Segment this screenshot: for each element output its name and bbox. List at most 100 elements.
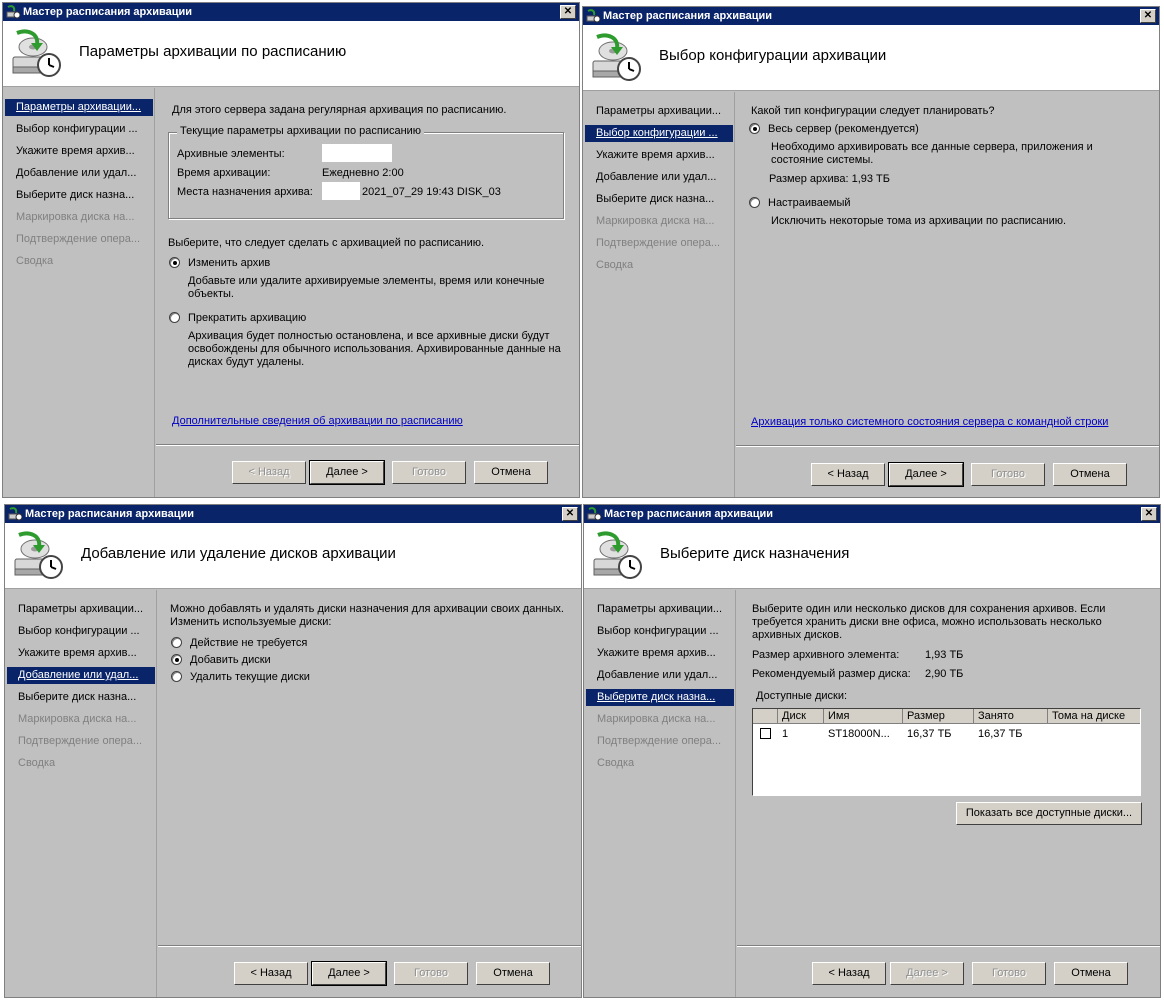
column-header-volumes[interactable]: Тома на диске bbox=[1048, 709, 1140, 724]
destination-value: 2021_07_29 19:43 DISK_03 bbox=[362, 186, 501, 198]
column-header-name[interactable]: Имя bbox=[824, 709, 903, 724]
nav-step-time[interactable]: Укажите время архив... bbox=[5, 143, 153, 160]
config-question: Какой тип конфигурации следует планирова… bbox=[751, 105, 995, 117]
next-button[interactable]: Далее > bbox=[888, 462, 964, 487]
radio-full-server-label[interactable]: Весь сервер (рекомендуется) bbox=[768, 123, 919, 135]
back-button[interactable]: < Назад bbox=[234, 962, 308, 985]
next-button[interactable]: Далее > bbox=[311, 961, 387, 986]
finish-button[interactable]: Готово bbox=[394, 962, 468, 985]
wizard-header: Выберите диск назначения bbox=[584, 523, 1160, 589]
wizard-header: Добавление или удаление дисков архивации bbox=[5, 523, 581, 589]
close-icon[interactable]: ✕ bbox=[560, 5, 576, 19]
intro-text: Можно добавлять и удалять диски назначен… bbox=[170, 603, 564, 628]
nav-step-time[interactable]: Укажите время архив... bbox=[585, 147, 733, 164]
radio-custom[interactable] bbox=[749, 197, 760, 208]
radio-modify-label[interactable]: Изменить архив bbox=[188, 257, 270, 269]
wizard-steps-nav: Параметры архивации... Выбор конфигураци… bbox=[3, 88, 155, 497]
backup-app-icon bbox=[586, 9, 600, 23]
available-disks-table: Диск Имя Размер Занято Тома на диске 1 S… bbox=[752, 708, 1141, 796]
nav-step-configuration[interactable]: Выбор конфигурации ... bbox=[586, 623, 734, 640]
nav-step-add-remove[interactable]: Добавление или удал... bbox=[585, 169, 733, 186]
items-label: Архивные элементы: bbox=[177, 148, 285, 160]
radio-full-server[interactable] bbox=[749, 123, 760, 134]
window-title: Мастер расписания архивации bbox=[604, 508, 774, 520]
nav-step-select-disk[interactable]: Выберите диск назна... bbox=[5, 187, 153, 204]
current-settings-group: Текущие параметры архивации по расписани… bbox=[168, 125, 564, 219]
nav-step-backup-settings[interactable]: Параметры архивации... bbox=[5, 99, 153, 116]
cancel-button[interactable]: Отмена bbox=[1054, 962, 1128, 985]
close-icon[interactable]: ✕ bbox=[562, 507, 578, 521]
radio-no-action-label[interactable]: Действие не требуется bbox=[190, 637, 307, 649]
next-button[interactable]: Далее > bbox=[309, 460, 385, 485]
nav-step-select-disk[interactable]: Выберите диск назна... bbox=[585, 191, 733, 208]
show-all-disks-button[interactable]: Показать все доступные диски... bbox=[956, 802, 1142, 825]
redacted-items-value bbox=[322, 144, 392, 162]
redacted-destination bbox=[322, 182, 360, 200]
nav-step-time[interactable]: Укажите время архив... bbox=[586, 645, 734, 662]
nav-step-label-disk: Маркировка диска на... bbox=[18, 713, 137, 725]
back-button[interactable]: < Назад bbox=[812, 962, 886, 985]
table-row[interactable]: 1 ST18000N... 16,37 ТБ 16,37 ТБ bbox=[753, 726, 1140, 742]
column-header-used[interactable]: Занято bbox=[974, 709, 1048, 724]
column-header-size[interactable]: Размер bbox=[903, 709, 974, 724]
backup-app-icon bbox=[8, 507, 22, 521]
nav-step-time[interactable]: Укажите время архив... bbox=[7, 645, 155, 662]
window-title: Мастер расписания архивации bbox=[603, 10, 773, 22]
cell-disk: 1 bbox=[782, 728, 789, 740]
nav-step-backup-settings[interactable]: Параметры архивации... bbox=[586, 601, 734, 618]
radio-custom-label[interactable]: Настраиваемый bbox=[768, 197, 851, 209]
wizard-content: Можно добавлять и удалять диски назначен… bbox=[158, 590, 581, 997]
time-value: Ежедневно 2:00 bbox=[322, 167, 404, 179]
destination-label: Места назначения архива: bbox=[177, 186, 313, 198]
page-title: Параметры архивации по расписанию bbox=[79, 43, 347, 60]
close-icon[interactable]: ✕ bbox=[1140, 9, 1156, 23]
nav-step-select-disk[interactable]: Выберите диск назна... bbox=[586, 689, 734, 706]
disk-checkbox[interactable] bbox=[760, 728, 771, 739]
nav-step-backup-settings[interactable]: Параметры архивации... bbox=[585, 103, 733, 120]
nav-step-configuration[interactable]: Выбор конфигурации ... bbox=[5, 121, 153, 138]
nav-step-configuration[interactable]: Выбор конфигурации ... bbox=[585, 125, 733, 142]
radio-modify-backup[interactable] bbox=[169, 257, 180, 268]
system-state-link[interactable]: Архивация только системного состояния се… bbox=[751, 416, 1108, 428]
finish-button[interactable]: Готово bbox=[971, 463, 1045, 486]
radio-no-action[interactable] bbox=[171, 637, 182, 648]
next-button[interactable]: Далее > bbox=[890, 962, 964, 985]
radio-stop-backup[interactable] bbox=[169, 312, 180, 323]
cell-size: 16,37 ТБ bbox=[907, 728, 952, 740]
modify-description: Добавьте или удалите архивируемые элемен… bbox=[188, 275, 545, 300]
finish-button[interactable]: Готово bbox=[972, 962, 1046, 985]
cancel-button[interactable]: Отмена bbox=[474, 461, 548, 484]
radio-remove-disks[interactable] bbox=[171, 671, 182, 682]
radio-add-disks-label[interactable]: Добавить диски bbox=[190, 654, 271, 666]
finish-button[interactable]: Готово bbox=[392, 461, 466, 484]
nav-step-select-disk[interactable]: Выберите диск назна... bbox=[7, 689, 155, 706]
nav-step-confirmation: Подтверждение опера... bbox=[18, 735, 143, 747]
nav-step-backup-settings[interactable]: Параметры архивации... bbox=[7, 601, 155, 618]
backup-schedule-icon bbox=[590, 529, 644, 583]
back-button[interactable]: < Назад bbox=[811, 463, 885, 486]
back-button[interactable]: < Назад bbox=[232, 461, 306, 484]
more-info-link[interactable]: Дополнительные сведения об архивации по … bbox=[172, 415, 463, 427]
radio-add-disks[interactable] bbox=[171, 654, 182, 665]
column-header-check[interactable] bbox=[753, 709, 778, 724]
column-header-disk[interactable]: Диск bbox=[778, 709, 824, 724]
cell-name: ST18000N... bbox=[828, 728, 890, 740]
wizard-content: Для этого сервера задана регулярная архи… bbox=[156, 88, 579, 497]
radio-remove-disks-label[interactable]: Удалить текущие диски bbox=[190, 671, 310, 683]
nav-step-add-remove[interactable]: Добавление или удал... bbox=[586, 667, 734, 684]
wizard-steps-nav: Параметры архивации... Выбор конфигураци… bbox=[584, 590, 736, 997]
nav-step-configuration[interactable]: Выбор конфигурации ... bbox=[7, 623, 155, 640]
nav-step-add-remove[interactable]: Добавление или удал... bbox=[7, 667, 155, 684]
nav-step-add-remove[interactable]: Добавление или удал... bbox=[5, 165, 153, 182]
nav-step-label-disk: Маркировка диска на... bbox=[597, 713, 716, 725]
close-icon[interactable]: ✕ bbox=[1141, 507, 1157, 521]
title-bar: Мастер расписания архивации ✕ bbox=[583, 7, 1159, 25]
wizard-window-add-remove-disks: Мастер расписания архивации ✕ Добавление… bbox=[4, 504, 582, 998]
backup-app-icon bbox=[6, 5, 20, 19]
custom-description: Исключить некоторые тома из архивации по… bbox=[771, 215, 1067, 227]
cancel-button[interactable]: Отмена bbox=[476, 962, 550, 985]
full-server-description: Необходимо архивировать все данные серве… bbox=[771, 141, 1093, 166]
cancel-button[interactable]: Отмена bbox=[1053, 463, 1127, 486]
radio-stop-label[interactable]: Прекратить архивацию bbox=[188, 312, 306, 324]
backup-schedule-icon bbox=[589, 31, 643, 85]
